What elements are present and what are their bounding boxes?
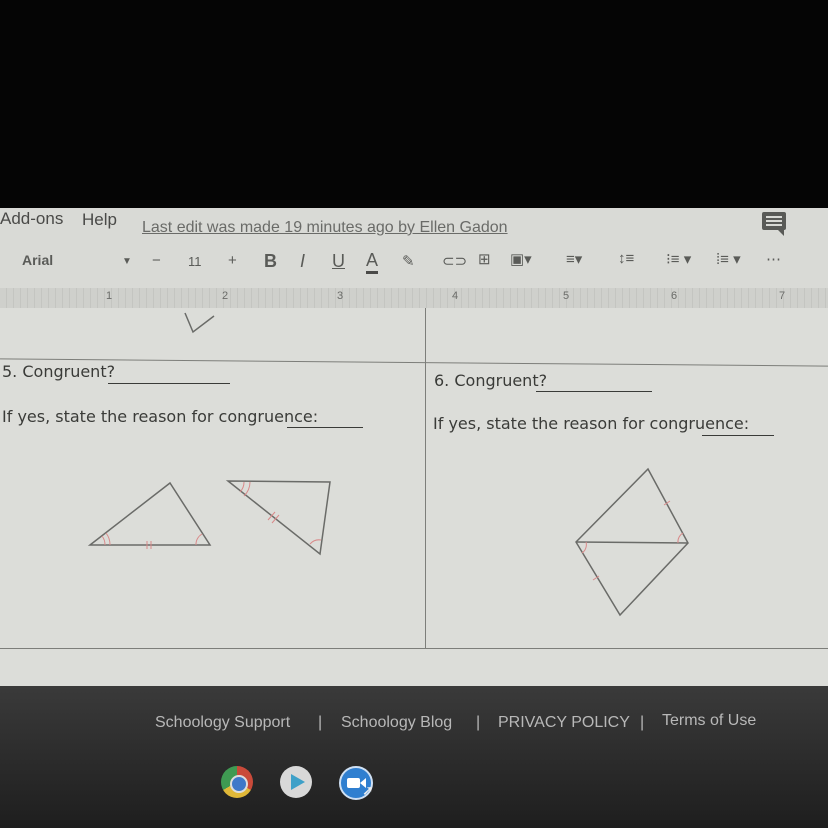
footer-link-blog[interactable]: Schoology Blog [341, 714, 452, 732]
footer-separator: | [640, 714, 645, 731]
schoology-footer: Schoology Support | Schoology Blog | PRI… [0, 686, 828, 828]
font-size-input[interactable]: 11 [188, 254, 202, 269]
partial-figure-top [184, 312, 215, 334]
more-options-button[interactable]: ⋯ [766, 250, 781, 268]
font-size-increase-button[interactable]: + [228, 252, 237, 269]
add-comment-icon[interactable]: ⊞ [478, 250, 491, 268]
link-icon[interactable]: ⊂⊃ [442, 252, 467, 270]
footer-separator: | [318, 714, 323, 731]
geometry-figures [87, 312, 689, 617]
footer-link-terms[interactable]: Terms of Use [662, 712, 756, 730]
ruler-mark: 1 [106, 290, 113, 302]
chrome-icon[interactable] [221, 766, 253, 798]
ruler-mark: 2 [222, 290, 229, 302]
font-dropdown-icon[interactable]: ▼ [122, 256, 132, 267]
line-spacing-icon[interactable]: ↕≡ [618, 250, 634, 267]
ruler-mark: 4 [452, 290, 459, 302]
menubar: Add-ons Help Last edit was made 19 minut… [0, 208, 828, 242]
ruler-mark: 6 [671, 290, 678, 302]
diagonal [575, 541, 689, 544]
mouse-cursor-icon: ➚ [362, 782, 374, 798]
angle-mark [581, 541, 587, 554]
font-size-decrease-button[interactable]: − [152, 252, 161, 269]
comment-icon[interactable] [762, 212, 786, 236]
menu-help[interactable]: Help [82, 210, 117, 230]
angle-mark [101, 535, 106, 546]
google-docs-window: Add-ons Help Last edit was made 19 minut… [0, 208, 828, 686]
angle-mark [195, 533, 203, 546]
highlight-icon[interactable]: ✎ [402, 252, 415, 270]
ruler-mark: 5 [563, 290, 570, 302]
text-color-button[interactable]: A [366, 250, 379, 274]
ruler-mark: 7 [779, 290, 786, 302]
numbered-list-icon[interactable]: ⁝≡ ▾ [666, 250, 691, 268]
angle-mark [309, 539, 322, 545]
play-store-icon[interactable] [280, 766, 312, 798]
underline-button[interactable]: U [332, 251, 345, 272]
font-select[interactable]: Arial [22, 252, 53, 268]
angle-mark [677, 532, 684, 544]
ruler[interactable]: 1 2 3 4 5 6 7 [0, 288, 828, 308]
align-icon[interactable]: ≡▾ [566, 250, 582, 268]
angle-mark [105, 532, 111, 546]
menu-add-ons[interactable]: Add-ons [0, 209, 63, 229]
question-5-triangle-a [87, 481, 212, 549]
footer-link-privacy[interactable]: PRIVACY POLICY [498, 714, 630, 732]
insert-image-icon[interactable]: ▣▾ [510, 250, 532, 268]
last-edit-link[interactable]: Last edit was made 19 minutes ago by Ell… [142, 219, 508, 237]
italic-button[interactable]: I [300, 251, 305, 272]
bulleted-list-icon[interactable]: ⁞≡ ▾ [716, 250, 741, 268]
document-page[interactable]: 5. Congruent? If yes, state the reason f… [0, 308, 828, 686]
bold-button[interactable]: B [264, 251, 277, 272]
footer-separator: | [476, 714, 481, 731]
footer-link-support[interactable]: Schoology Support [155, 714, 290, 732]
ruler-mark: 3 [337, 290, 344, 302]
question-6-kite-figure [575, 467, 689, 617]
toolbar: Arial ▼ − 11 + B I U A ✎ ⊂⊃ ⊞ ▣▾ ≡▾ ↕≡ ⁝… [0, 246, 828, 286]
screen-bezel [0, 0, 828, 208]
question-5-triangle-b [225, 480, 331, 556]
